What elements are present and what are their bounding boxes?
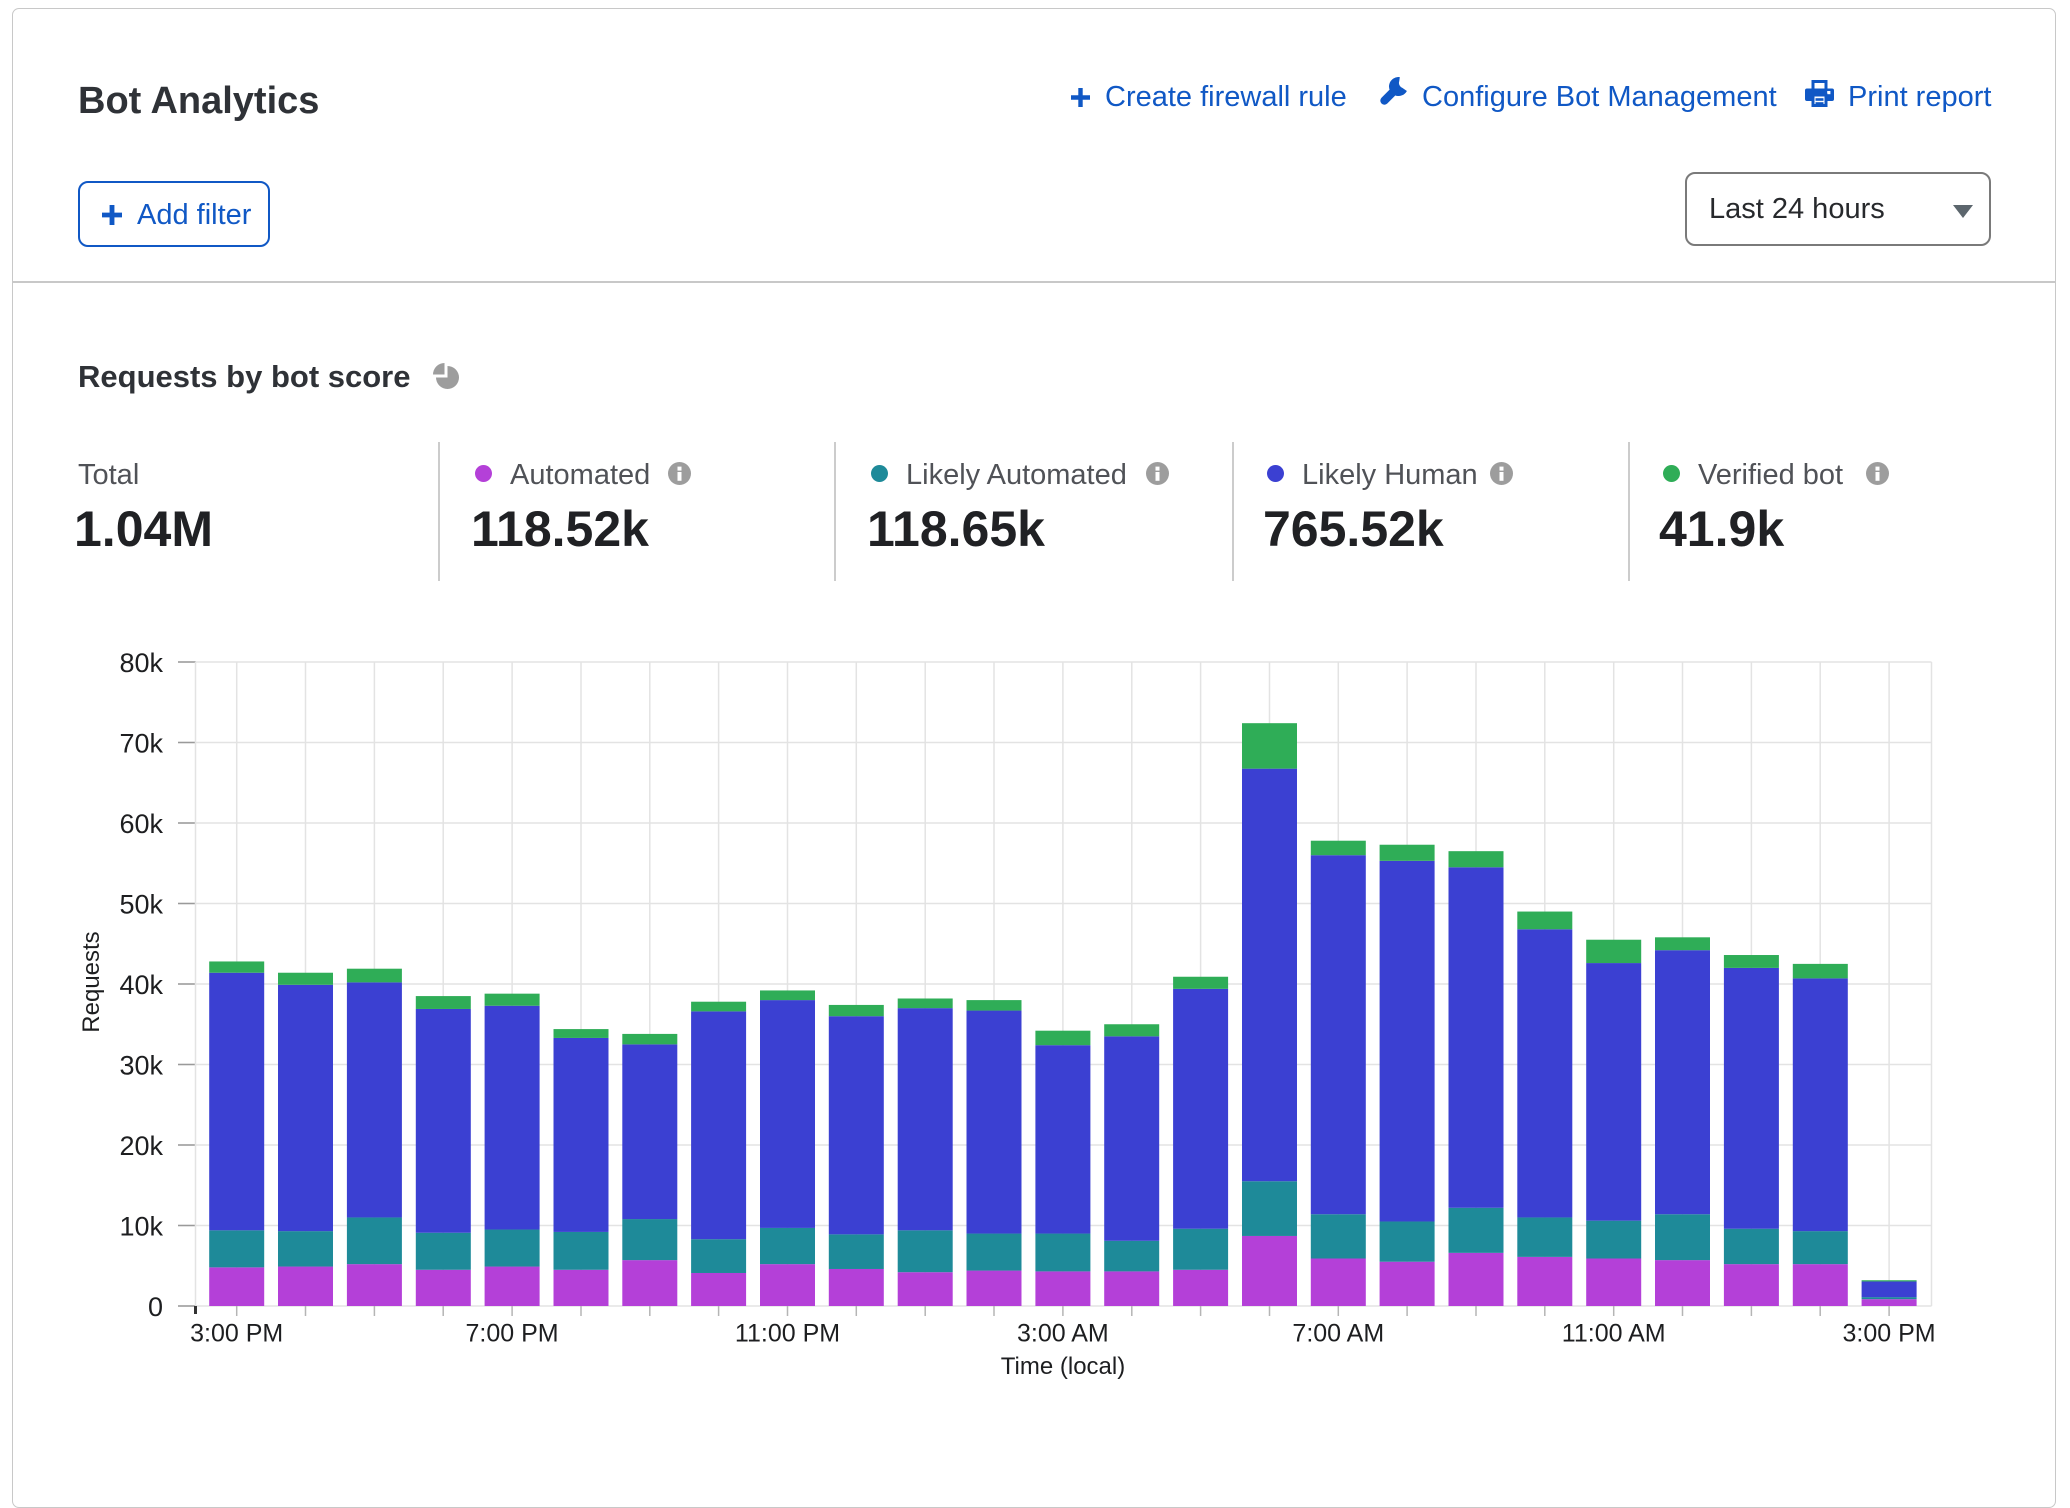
svg-text:30k: 30k	[119, 1050, 163, 1080]
svg-text:Requests: Requests	[78, 931, 105, 1032]
svg-text:3:00 PM: 3:00 PM	[190, 1320, 283, 1348]
svg-text:11:00 PM: 11:00 PM	[735, 1320, 840, 1348]
svg-text:40k: 40k	[119, 970, 163, 1000]
svg-text:60k: 60k	[119, 809, 163, 839]
svg-text:3:00 PM: 3:00 PM	[1843, 1320, 1936, 1348]
svg-text:7:00 PM: 7:00 PM	[466, 1320, 559, 1348]
svg-text:10k: 10k	[119, 1211, 163, 1241]
svg-text:50k: 50k	[119, 889, 163, 919]
svg-text:70k: 70k	[119, 728, 163, 758]
svg-text:20k: 20k	[119, 1131, 163, 1161]
svg-text:0: 0	[148, 1292, 163, 1322]
svg-text:7:00 AM: 7:00 AM	[1292, 1320, 1384, 1348]
svg-text:3:00 AM: 3:00 AM	[1017, 1320, 1109, 1348]
svg-text:Time (local): Time (local)	[1001, 1353, 1125, 1380]
svg-text:80k: 80k	[119, 648, 163, 678]
svg-text:11:00 AM: 11:00 AM	[1562, 1320, 1666, 1348]
